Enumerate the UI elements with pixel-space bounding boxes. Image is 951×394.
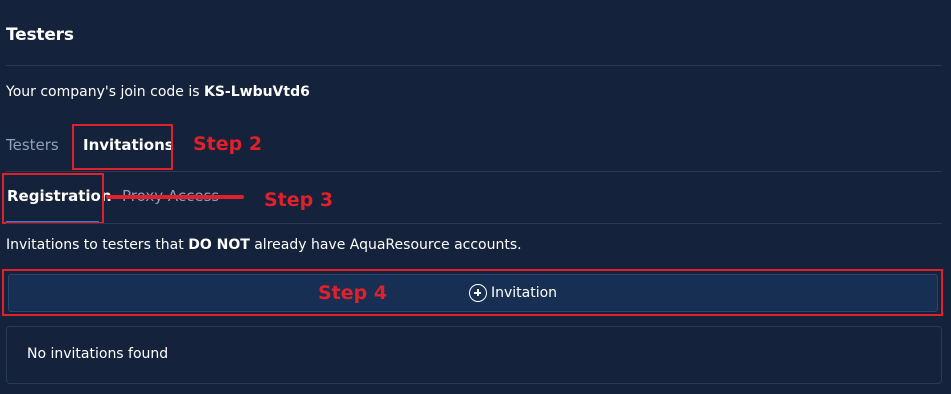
testers-page: Testers Your company's join code is KS-L… [0,0,951,394]
tab-testers[interactable]: Testers [6,136,59,154]
step4-highlight-box [2,269,943,316]
empty-state-message: No invitations found [27,346,169,362]
description-emphasis: DO NOT [188,237,250,253]
step2-highlight-box [72,124,173,170]
step2-annotation: Step 2 [193,133,263,155]
join-code-prefix: Your company's join code is [6,84,204,100]
title-divider [6,65,942,66]
proxy-access-strike-mark [106,195,244,199]
step3-annotation: Step 3 [264,189,334,211]
join-code-line: Your company's join code is KS-LwbuVtd6 [6,84,310,100]
join-code-value: KS-LwbuVtd6 [203,84,310,100]
invitations-description: Invitations to testers that DO NOT alrea… [6,237,522,253]
subtabs-divider [6,223,942,224]
description-text-end: already have AquaResource accounts. [249,237,522,253]
description-text-start: Invitations to testers that [6,237,189,253]
tabs-divider [6,171,942,172]
step3-highlight-box [2,173,104,224]
step4-annotation: Step 4 [318,282,388,304]
page-title: Testers [6,25,74,45]
